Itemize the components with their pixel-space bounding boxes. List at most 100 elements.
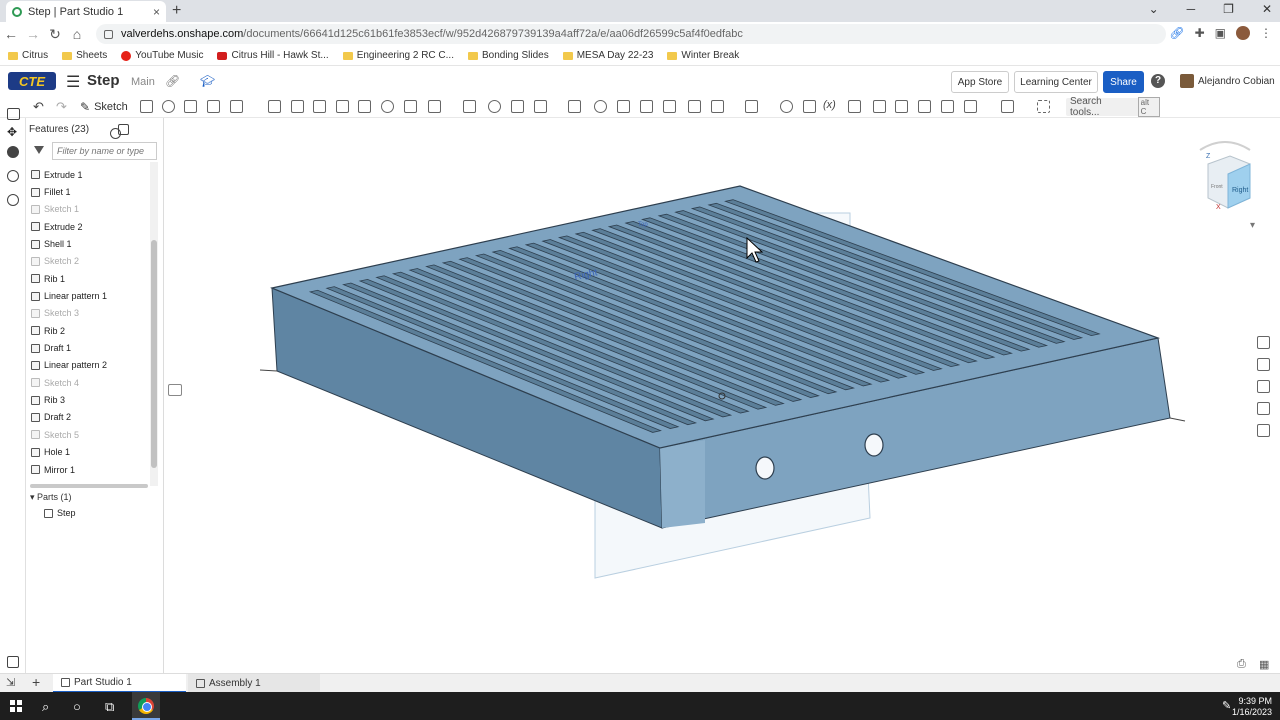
close-tab-icon[interactable]: × bbox=[153, 5, 160, 19]
graphics-viewport[interactable]: Right Top Right Front Z X ▾ ⎙ ▦ bbox=[165, 118, 1280, 673]
draft-icon[interactable] bbox=[313, 100, 326, 113]
feature-item[interactable]: Fillet 1 bbox=[26, 183, 150, 200]
surface-icon[interactable] bbox=[918, 100, 931, 113]
measure-icon[interactable] bbox=[780, 100, 793, 113]
sidepanel-icon[interactable]: ▣ bbox=[1215, 26, 1226, 40]
tab-part-studio-1[interactable]: Part Studio 1 bbox=[53, 674, 186, 693]
delete-part-icon[interactable] bbox=[568, 100, 581, 113]
feature-item[interactable]: Rib 3 bbox=[26, 391, 150, 408]
share-button[interactable]: Share bbox=[1103, 71, 1144, 93]
hamburger-menu-icon[interactable]: ☰ bbox=[66, 72, 80, 92]
feature-item[interactable]: Shell 1 bbox=[26, 235, 150, 252]
section-icon[interactable] bbox=[803, 100, 816, 113]
appearance-icon[interactable] bbox=[1257, 336, 1270, 349]
add-tab-button[interactable]: + bbox=[32, 674, 40, 690]
user-avatar[interactable] bbox=[1180, 74, 1194, 88]
bookmark-bonding-slides[interactable]: Bonding Slides bbox=[467, 50, 549, 61]
maximize-icon[interactable]: ❐ bbox=[1223, 2, 1234, 16]
view-cube[interactable]: Right Front Z X ▾ bbox=[1180, 136, 1270, 236]
comments-icon[interactable] bbox=[7, 146, 19, 158]
windows-start-icon[interactable] bbox=[10, 700, 22, 712]
branch-label[interactable]: Main bbox=[131, 76, 155, 88]
profile-avatar[interactable] bbox=[1236, 26, 1250, 40]
sketch-button[interactable]: ✎ Sketch bbox=[80, 98, 128, 116]
user-name[interactable]: Alejandro Cobian bbox=[1198, 76, 1275, 87]
frame-icon[interactable] bbox=[873, 100, 886, 113]
variables-icon[interactable] bbox=[1257, 424, 1270, 437]
document-name[interactable]: Step bbox=[87, 72, 120, 89]
hole-icon[interactable] bbox=[381, 100, 394, 113]
search-icon[interactable]: ⌕ bbox=[42, 699, 49, 715]
boolean-icon[interactable] bbox=[488, 100, 501, 113]
extensions-icon[interactable]: ✚ bbox=[1195, 26, 1205, 40]
weldment-icon[interactable] bbox=[895, 100, 908, 113]
loft-icon[interactable] bbox=[207, 100, 220, 113]
bookmark-citrus-hill[interactable]: Citrus Hill - Hawk St... bbox=[217, 50, 329, 61]
new-tab-button[interactable]: + bbox=[172, 2, 181, 20]
thread-icon[interactable] bbox=[404, 100, 417, 113]
add-custom-feature-icon[interactable] bbox=[1037, 100, 1050, 113]
forward-icon[interactable]: → bbox=[22, 26, 44, 42]
replace-face-icon[interactable] bbox=[640, 100, 653, 113]
feature-item[interactable]: Draft 2 bbox=[26, 409, 150, 426]
undo-icon[interactable]: ↶ bbox=[33, 99, 44, 115]
bookmark-winter-break[interactable]: Winter Break bbox=[667, 50, 739, 61]
mold-icon[interactable] bbox=[941, 100, 954, 113]
minimize-icon[interactable]: ─ bbox=[1187, 2, 1196, 16]
chrome-taskbar-icon[interactable] bbox=[132, 692, 160, 720]
fillet-icon[interactable] bbox=[268, 100, 281, 113]
rib-icon[interactable] bbox=[336, 100, 349, 113]
pen-icon[interactable]: ✎ bbox=[1222, 699, 1231, 712]
grid-icon[interactable]: ▦ bbox=[1259, 658, 1269, 671]
sheet-metal-icon[interactable] bbox=[745, 100, 758, 113]
print-icon[interactable]: ⎙ bbox=[1237, 658, 1246, 671]
chevron-down-icon[interactable]: ⌄ bbox=[1149, 2, 1159, 16]
link-icon[interactable]: 🔗︎ bbox=[1169, 26, 1184, 40]
help-icon[interactable]: ? bbox=[1151, 74, 1165, 88]
search-tools-input[interactable]: Search tools... alt C bbox=[1066, 96, 1160, 118]
split-icon[interactable] bbox=[511, 100, 524, 113]
wrap-icon[interactable] bbox=[964, 100, 977, 113]
school-logo[interactable]: CTE bbox=[8, 72, 56, 90]
mass-properties-icon[interactable] bbox=[1257, 380, 1270, 393]
parts-icon[interactable] bbox=[7, 170, 19, 182]
feature-item[interactable]: Linear pattern 1 bbox=[26, 287, 150, 304]
settings-icon[interactable] bbox=[7, 656, 19, 668]
learning-center-button[interactable]: Learning Center bbox=[1014, 71, 1098, 93]
feature-item[interactable]: Rib 2 bbox=[26, 322, 150, 339]
feature-item[interactable]: Extrude 1 bbox=[26, 166, 150, 183]
url-field[interactable]: valverdehs.onshape.com/documents/66641d1… bbox=[96, 24, 1166, 44]
feature-item[interactable]: Sketch 5 bbox=[26, 426, 150, 443]
mate-connector-icon[interactable] bbox=[711, 100, 724, 113]
feature-list-scroll-thumb[interactable] bbox=[151, 240, 157, 468]
rollback-clock-icon[interactable] bbox=[110, 128, 121, 139]
menu-icon[interactable]: ⋮ bbox=[1260, 26, 1272, 40]
move-face-icon[interactable] bbox=[617, 100, 630, 113]
feature-item[interactable]: Hole 1 bbox=[26, 444, 150, 461]
feature-item[interactable]: Mirror 1 bbox=[26, 461, 150, 478]
feature-item[interactable]: Extrude 2 bbox=[26, 218, 150, 235]
instances-icon[interactable] bbox=[1257, 402, 1270, 415]
learning-cap-icon[interactable]: 🎓︎ bbox=[200, 74, 215, 88]
feature-item[interactable]: Sketch 4 bbox=[26, 374, 150, 391]
feature-list-icon[interactable] bbox=[7, 108, 20, 120]
feature-filter-input[interactable] bbox=[52, 142, 157, 160]
feature-list-hscrollbar[interactable] bbox=[30, 484, 148, 488]
bookmark-mesa-day[interactable]: MESA Day 22-23 bbox=[562, 50, 653, 61]
close-window-icon[interactable]: ✕ bbox=[1262, 2, 1272, 16]
bookmark-sheets[interactable]: Sheets bbox=[62, 50, 107, 61]
cortana-icon[interactable]: ○ bbox=[73, 699, 81, 714]
bookmark-engineering[interactable]: Engineering 2 RC C... bbox=[342, 50, 454, 61]
modify-fillet-icon[interactable] bbox=[594, 100, 607, 113]
revolve-icon[interactable] bbox=[162, 100, 175, 113]
configurations-icon[interactable] bbox=[1257, 358, 1270, 371]
collapse-panel-icon[interactable] bbox=[168, 384, 182, 396]
cut-list-icon[interactable] bbox=[1001, 100, 1014, 113]
browser-tab[interactable]: Step | Part Studio 1 × bbox=[6, 1, 166, 22]
feature-item[interactable]: Linear pattern 2 bbox=[26, 357, 150, 374]
bookmark-citrus[interactable]: Citrus bbox=[8, 50, 48, 61]
variable-icon[interactable]: (x) bbox=[823, 99, 836, 111]
part-item[interactable]: Step bbox=[44, 508, 76, 518]
reload-icon[interactable]: ↻ bbox=[44, 26, 66, 43]
thicken-icon[interactable] bbox=[230, 100, 243, 113]
